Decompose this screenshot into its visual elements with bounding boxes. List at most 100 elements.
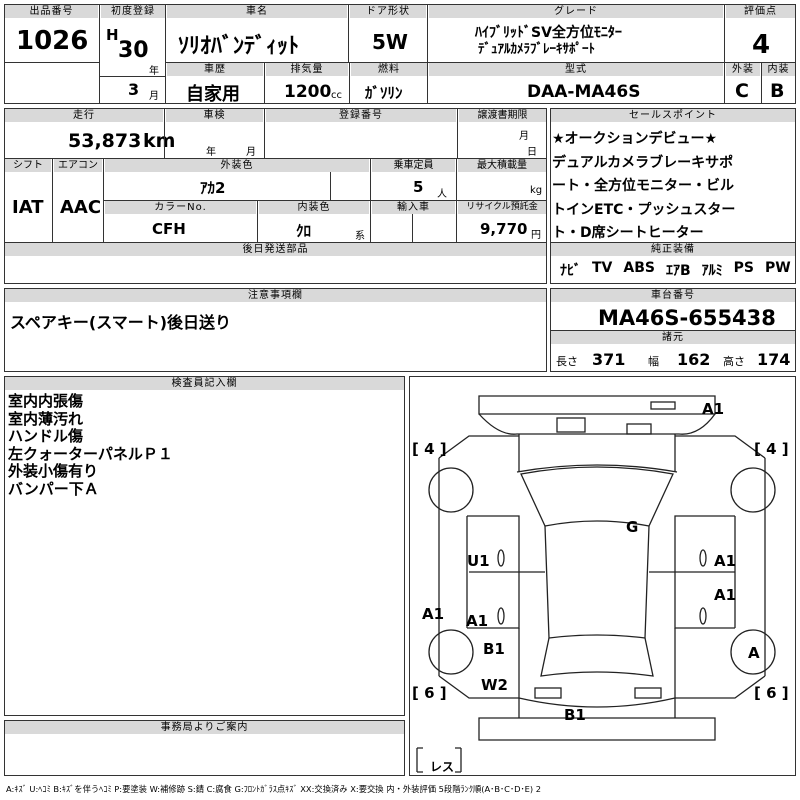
equipment-item: PW bbox=[765, 260, 791, 276]
equipment-item: ﾅﾋﾞ bbox=[560, 263, 581, 279]
height: 174 bbox=[757, 350, 791, 369]
damage-mark: A1 bbox=[466, 612, 489, 630]
transfer-month: 月 bbox=[519, 131, 529, 142]
damage-mark: A bbox=[748, 644, 760, 662]
score: 4 bbox=[752, 30, 771, 60]
damage-mark: A1 bbox=[702, 400, 725, 418]
displacement-label: 排気量 bbox=[266, 63, 348, 76]
ac-label: エアコン bbox=[54, 159, 102, 172]
length-label: 長さ bbox=[556, 355, 578, 368]
model-label: 型式 bbox=[429, 63, 723, 76]
int-label: 内装 bbox=[762, 63, 795, 76]
shift-label: シフト bbox=[5, 159, 51, 172]
grade-label: グレード bbox=[429, 5, 723, 18]
damage-mark: B1 bbox=[483, 640, 505, 658]
history-label: 車歴 bbox=[167, 63, 263, 76]
lot-no-label: 出品番号 bbox=[5, 5, 98, 18]
load-label: 最大積載量 bbox=[458, 159, 546, 172]
fuel-label: 燃料 bbox=[351, 63, 427, 76]
inspector-line: バンパー下Ａ bbox=[8, 479, 99, 498]
tire-rl: [ 6 ] bbox=[412, 684, 447, 702]
displacement-unit: cc bbox=[331, 90, 342, 101]
color-no-label: カラーNo. bbox=[105, 201, 256, 214]
damage-mark: A1 bbox=[714, 552, 737, 570]
inspector-line: 室内内張傷 bbox=[8, 392, 84, 410]
int-color-unit: 系 bbox=[355, 231, 365, 242]
chassis-number: MA46S-655438 bbox=[598, 306, 776, 330]
damage-mark: W2 bbox=[481, 676, 508, 694]
car-name-label: 車名 bbox=[167, 5, 347, 18]
transfer-label: 譲渡書期限 bbox=[459, 109, 546, 122]
year-unit: 年 bbox=[149, 66, 159, 77]
recycle-unit: 円 bbox=[531, 230, 541, 241]
fuel: ｶﾞｿﾘﾝ bbox=[365, 84, 403, 102]
car-name: ｿﾘｵﾊﾞﾝﾃﾞｨｯﾄ bbox=[178, 34, 300, 59]
capacity-label: 乗車定員 bbox=[372, 159, 455, 172]
equipment-label: 純正装備 bbox=[551, 243, 795, 256]
first-reg-label: 初度登録 bbox=[101, 5, 165, 18]
tire-fl: [ 4 ] bbox=[412, 440, 447, 458]
width: 162 bbox=[677, 350, 711, 369]
notes-text: スペアキー(スマート)後日送り bbox=[10, 313, 232, 332]
color-label: 外装色 bbox=[105, 159, 369, 172]
color-no: CFH bbox=[152, 220, 186, 238]
mileage-unit: km bbox=[143, 130, 176, 152]
lot-no: 1026 bbox=[16, 26, 89, 56]
height-label: 高さ bbox=[723, 355, 745, 368]
shift: IAT bbox=[12, 197, 44, 218]
spare-tire-label: レス bbox=[430, 760, 455, 774]
door-label: ドア形状 bbox=[350, 5, 426, 18]
mileage: 53,873 bbox=[68, 130, 142, 152]
inspection-year: 年 bbox=[206, 147, 216, 158]
inspection-month: 月 bbox=[246, 147, 256, 158]
reg-no-label: 登録番号 bbox=[266, 109, 456, 122]
inspector-line: 室内薄汚れ bbox=[8, 409, 84, 428]
ext-label: 外装 bbox=[726, 63, 760, 76]
era: H bbox=[106, 26, 119, 44]
car-diagram bbox=[416, 395, 776, 773]
legend: A:ｷｽﾞ U:ﾍｺﾐ B:ｷｽﾞを伴うﾍｺﾐ P:要塗装 W:補修跡 S:錆 … bbox=[6, 784, 542, 794]
load-unit: kg bbox=[530, 185, 543, 196]
sales-line: ★オークションデビュー★ bbox=[552, 131, 718, 147]
inspection-label: 車検 bbox=[166, 109, 263, 122]
ext-grade: C bbox=[735, 80, 749, 102]
model: DAA-MA46S bbox=[527, 82, 641, 102]
int-grade: B bbox=[770, 80, 785, 102]
inspector-line: ハンドル傷 bbox=[8, 427, 84, 445]
color: ｱｶ2 bbox=[200, 179, 226, 197]
chassis-label: 車台番号 bbox=[551, 289, 795, 302]
import-label: 輸入車 bbox=[372, 201, 455, 214]
damage-mark: U1 bbox=[467, 552, 490, 570]
length: 371 bbox=[592, 350, 626, 369]
tire-rr: [ 6 ] bbox=[754, 684, 789, 702]
recycle-label: リサイクル預託金 bbox=[458, 201, 546, 214]
capacity: 5 bbox=[413, 178, 424, 196]
equipment-item: TV bbox=[592, 260, 613, 276]
sales-line: トインETC・プッシュスター bbox=[552, 201, 736, 218]
score-label: 評価点 bbox=[726, 5, 795, 18]
damage-mark: A1 bbox=[714, 586, 737, 604]
transfer-day: 日 bbox=[527, 147, 537, 158]
sales-lines: ★オークションデビュー★ デュアルカメラブレーキサポ ート・全方位モニター・ビル… bbox=[552, 128, 735, 246]
history: 自家用 bbox=[186, 84, 240, 105]
int-color-label: 内装色 bbox=[259, 201, 369, 214]
equipment-item: ABS bbox=[623, 260, 655, 276]
equipment-list: ﾅﾋﾞ TV ABS ｴｱB ｱﾙﾐ PS PW bbox=[560, 260, 791, 280]
spec-label: 諸元 bbox=[551, 331, 795, 344]
inspector-line: 外装小傷有り bbox=[8, 462, 99, 480]
int-color: ｸﾛ bbox=[296, 222, 312, 240]
inspector-label: 検査員記入欄 bbox=[5, 377, 404, 390]
damage-mark: A1 bbox=[422, 605, 445, 623]
inspector-line: 左クォーターパネルＰ１ bbox=[8, 444, 173, 463]
month: 3 bbox=[128, 80, 140, 99]
sales-line: ート・全方位モニター・ビル bbox=[552, 178, 734, 194]
capacity-unit: 人 bbox=[437, 189, 447, 200]
ac: AAC bbox=[60, 197, 102, 218]
later-parts-label: 後日発送部品 bbox=[5, 243, 546, 256]
recycle: 9,770 bbox=[480, 220, 528, 238]
notes-label: 注意事項欄 bbox=[5, 289, 546, 302]
mileage-label: 走行 bbox=[5, 109, 163, 122]
equipment-item: PS bbox=[733, 260, 754, 276]
office-label: 事務局よりご案内 bbox=[5, 721, 404, 734]
damage-mark: G bbox=[626, 518, 639, 536]
